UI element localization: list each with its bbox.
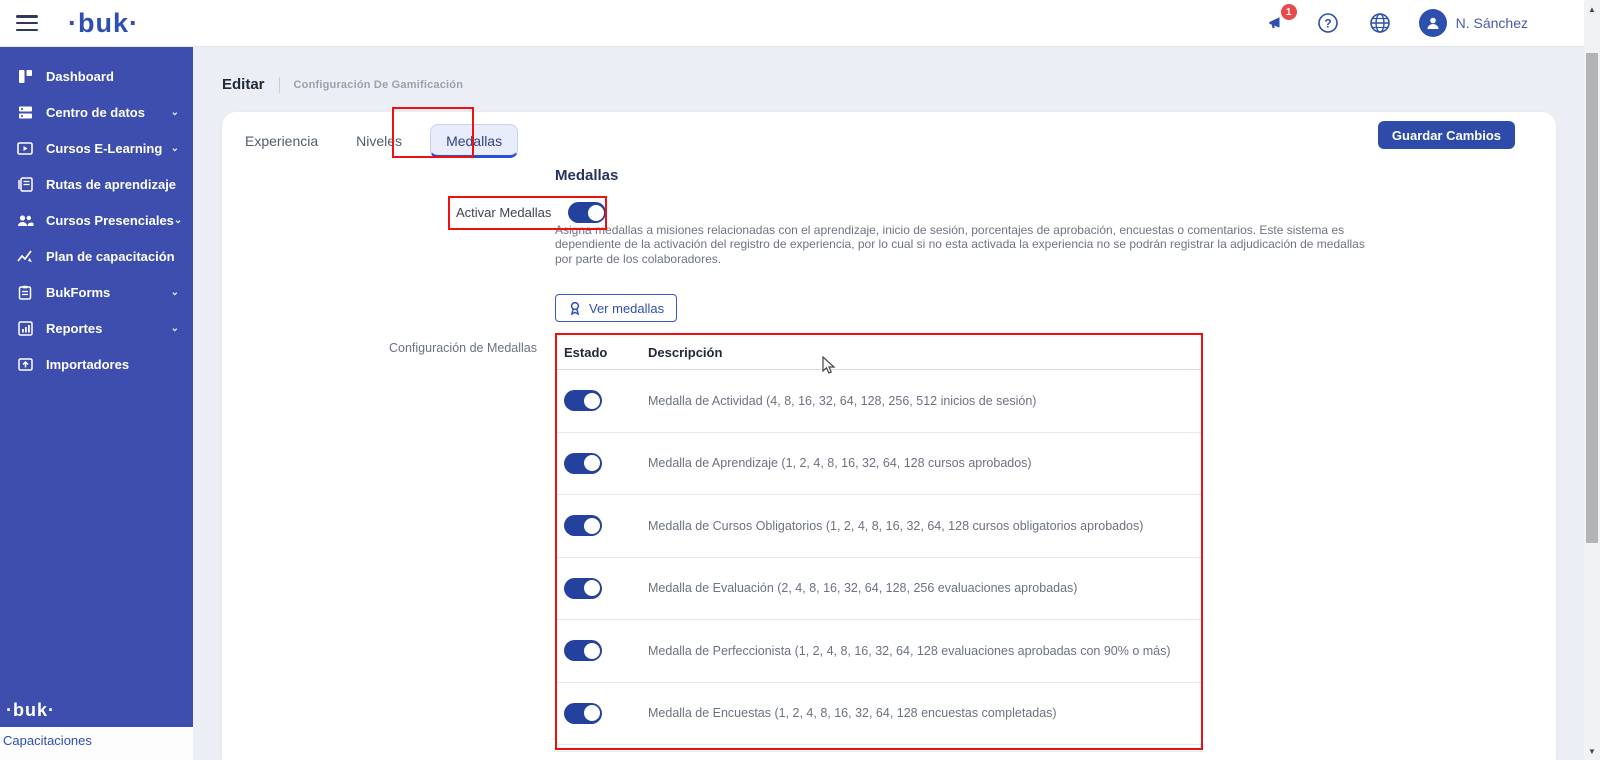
column-header-descripcion: Descripción: [648, 345, 722, 360]
medals-description: Asigna medallas a misiones relacionadas …: [555, 223, 1373, 266]
sidebar-item-reportes[interactable]: Reportes ⌄: [0, 310, 193, 346]
clipboard-icon: [16, 283, 34, 301]
section-heading: Medallas: [555, 167, 618, 184]
medal-toggle-encuestas[interactable]: [564, 703, 602, 724]
medal-description: Medalla de Encuestas (1, 2, 4, 8, 16, 32…: [648, 706, 1065, 720]
sidebar-item-rutas-de-aprendizaje[interactable]: Rutas de aprendizaje: [0, 166, 193, 202]
table-row: Medalla de Evaluación (2, 4, 8, 16, 32, …: [557, 558, 1202, 621]
table-row: Medalla de Cursos Obligatorios (1, 2, 4,…: [557, 495, 1202, 558]
avatar: [1419, 9, 1447, 37]
table-header-row: Estado Descripción: [557, 336, 1202, 370]
tab-medallas[interactable]: Medallas: [430, 124, 518, 158]
breadcrumb-divider: [279, 77, 280, 93]
sidebar-nav: Dashboard Centro de datos ⌄ Cursos E-Lea…: [0, 47, 193, 727]
chevron-down-icon: ⌄: [171, 143, 179, 154]
capacitaciones-link[interactable]: Capacitaciones: [3, 733, 92, 748]
dashboard-icon: [16, 67, 34, 85]
tab-niveles[interactable]: Niveles: [356, 125, 402, 157]
database-rows-icon: [16, 103, 34, 121]
medals-table: Estado Descripción Medalla de Actividad …: [557, 336, 1202, 752]
sidebar-item-dashboard[interactable]: Dashboard: [0, 58, 193, 94]
medal-description: Medalla de Perfeccionista (1, 2, 4, 8, 1…: [648, 644, 1179, 658]
sidebar-item-importadores[interactable]: Importadores: [0, 346, 193, 382]
activate-medals-row: Activar Medallas: [456, 202, 606, 223]
notification-badge: 1: [1281, 4, 1297, 20]
activate-medals-label: Activar Medallas: [456, 205, 551, 220]
medal-description: Medalla de Actividad (4, 8, 16, 32, 64, …: [648, 394, 1044, 408]
buk-logo: ·buk·: [68, 8, 139, 39]
chevron-down-icon: ⌄: [171, 323, 179, 334]
topbar-actions: 1 ? N. Sánchez: [1263, 9, 1528, 37]
chevron-down-icon: ⌄: [174, 215, 182, 226]
hamburger-menu-icon[interactable]: [16, 15, 38, 31]
scrollbar-thumb[interactable]: [1586, 53, 1598, 543]
svg-text:?: ?: [1324, 17, 1331, 31]
sidebar-footer-logo: ·buk·: [6, 700, 55, 721]
medal-toggle-perfeccionista[interactable]: [564, 640, 602, 661]
breadcrumb-subtitle: Configuración De Gamificación: [294, 79, 464, 91]
language-globe-icon[interactable]: [1367, 10, 1393, 36]
tab-bar: Experiencia Niveles Medallas Guardar Cam…: [222, 112, 1556, 170]
sidebar-item-centro-de-datos[interactable]: Centro de datos ⌄: [0, 94, 193, 130]
activate-medals-toggle[interactable]: [568, 202, 606, 223]
table-row: Medalla de Aprendizaje (1, 2, 4, 8, 16, …: [557, 433, 1202, 496]
user-menu[interactable]: N. Sánchez: [1419, 9, 1528, 37]
notifications-icon[interactable]: 1: [1263, 10, 1289, 36]
scroll-up-arrow[interactable]: ▲: [1584, 2, 1600, 16]
table-row: Medalla de Actividad (4, 8, 16, 32, 64, …: [557, 370, 1202, 433]
medal-toggle-actividad[interactable]: [564, 390, 602, 411]
chevron-down-icon: ⌄: [171, 107, 179, 118]
sidebar-item-cursos-presenciales[interactable]: Cursos Presenciales ⌄: [0, 202, 193, 238]
save-button[interactable]: Guardar Cambios: [1378, 121, 1515, 149]
book-icon: [16, 175, 34, 193]
view-medals-button[interactable]: Ver medallas: [555, 294, 677, 322]
medal-icon: [568, 301, 582, 316]
sidebar-item-cursos-elearning[interactable]: Cursos E-Learning ⌄: [0, 130, 193, 166]
medal-description: Medalla de Cursos Obligatorios (1, 2, 4,…: [648, 519, 1151, 533]
bar-chart-icon: [16, 319, 34, 337]
video-course-icon: [16, 139, 34, 157]
view-medals-label: Ver medallas: [589, 301, 664, 316]
status-bar: Capacitaciones: [0, 727, 193, 760]
scroll-down-arrow[interactable]: ▼: [1584, 744, 1600, 758]
table-row: Medalla de Perfeccionista (1, 2, 4, 8, 1…: [557, 620, 1202, 683]
medal-description: Medalla de Aprendizaje (1, 2, 4, 8, 16, …: [648, 456, 1040, 470]
user-name: N. Sánchez: [1456, 15, 1528, 31]
sidebar-item-plan-de-capacitacion[interactable]: Plan de capacitación: [0, 238, 193, 274]
sidebar-item-bukforms[interactable]: BukForms ⌄: [0, 274, 193, 310]
medal-toggle-cursos-obligatorios[interactable]: [564, 515, 602, 536]
page-title: Editar: [222, 76, 265, 93]
vertical-scrollbar[interactable]: ▲ ▼: [1584, 0, 1600, 760]
help-icon[interactable]: ?: [1315, 10, 1341, 36]
training-plan-icon: [16, 247, 34, 265]
breadcrumb: Editar Configuración De Gamificación: [222, 76, 463, 93]
import-icon: [16, 355, 34, 373]
column-header-estado: Estado: [557, 345, 648, 360]
medal-toggle-evaluacion[interactable]: [564, 578, 602, 599]
chevron-down-icon: ⌄: [171, 287, 179, 298]
people-icon: [16, 211, 34, 229]
top-bar: ·buk· 1 ? N. Sánchez: [0, 0, 1584, 47]
table-row-partial: [557, 745, 1202, 752]
medal-toggle-aprendizaje[interactable]: [564, 453, 602, 474]
tab-experiencia[interactable]: Experiencia: [245, 125, 318, 157]
table-row: Medalla de Encuestas (1, 2, 4, 8, 16, 32…: [557, 683, 1202, 746]
config-medals-label: Configuración de Medallas: [377, 341, 537, 355]
medal-description: Medalla de Evaluación (2, 4, 8, 16, 32, …: [648, 581, 1085, 595]
